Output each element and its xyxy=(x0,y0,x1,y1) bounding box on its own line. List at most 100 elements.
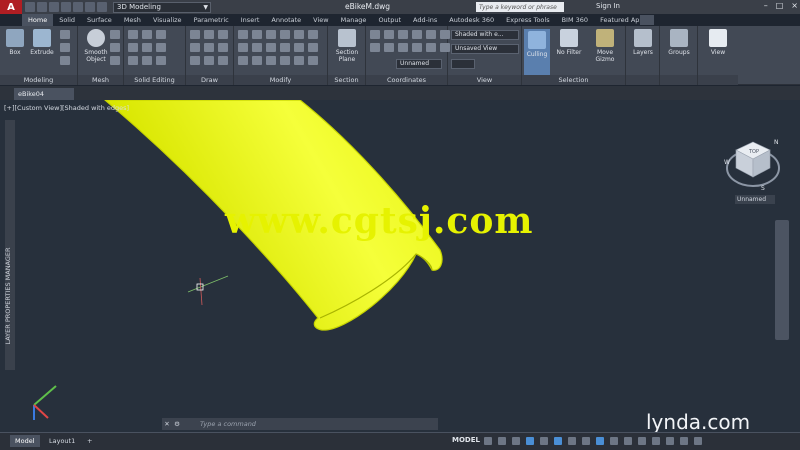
panel-title-solid-editing[interactable]: Solid Editing xyxy=(124,75,185,85)
align-icon[interactable] xyxy=(294,56,304,65)
tab-express-tools[interactable]: Express Tools xyxy=(500,14,555,26)
workspace-switch-icon[interactable] xyxy=(638,437,646,445)
copy-icon[interactable] xyxy=(280,30,290,39)
separate-icon[interactable] xyxy=(128,56,138,65)
slice-icon[interactable] xyxy=(128,43,138,52)
layers-button[interactable]: Layers xyxy=(630,29,656,56)
viewport-controls-label[interactable]: [+][Custom View][Shaded with edges] xyxy=(4,104,129,112)
trim-icon[interactable] xyxy=(238,43,248,52)
hardware-accel-icon[interactable] xyxy=(666,437,674,445)
add-layout-button[interactable]: + xyxy=(82,435,97,447)
workspace-dropdown[interactable]: 3D Modeling ▼ xyxy=(113,1,211,13)
viewport-config-dropdown[interactable] xyxy=(451,59,475,69)
app-logo[interactable]: A xyxy=(0,0,22,14)
culling-button[interactable]: Culling xyxy=(524,29,550,75)
gizmo-status-icon[interactable] xyxy=(610,437,618,445)
close-icon[interactable]: ✕ xyxy=(162,420,172,428)
tab-bim360[interactable]: BIM 360 xyxy=(556,14,594,26)
ucs-x-icon[interactable] xyxy=(398,30,408,39)
mesh-icon[interactable] xyxy=(110,30,120,39)
named-view-dropdown[interactable]: Unsaved View xyxy=(451,44,519,54)
ucs-face-icon[interactable] xyxy=(398,43,408,52)
panel-title-mesh[interactable]: Mesh xyxy=(78,75,123,85)
break-icon[interactable] xyxy=(280,56,290,65)
open-icon[interactable] xyxy=(37,2,47,12)
grid-icon[interactable] xyxy=(484,437,492,445)
visual-style-dropdown[interactable]: Shaded with e... xyxy=(451,30,519,40)
tab-parametric[interactable]: Parametric xyxy=(188,14,235,26)
chamfer-icon[interactable] xyxy=(280,43,290,52)
section-plane-button[interactable]: Section Plane xyxy=(333,29,361,63)
mirror-icon[interactable] xyxy=(294,30,304,39)
ucs-z-icon[interactable] xyxy=(426,30,436,39)
offset-icon[interactable] xyxy=(308,43,318,52)
ucs-y-icon[interactable] xyxy=(412,30,422,39)
command-input[interactable]: Type a command xyxy=(200,420,256,428)
fillet-edge-icon[interactable] xyxy=(156,56,166,65)
circle-icon[interactable] xyxy=(190,43,200,52)
tab-model[interactable]: Model xyxy=(10,435,40,447)
tab-insert[interactable]: Insert xyxy=(235,14,266,26)
tab-mesh[interactable]: Mesh xyxy=(118,14,147,26)
saveas-icon[interactable] xyxy=(61,2,71,12)
spline-icon[interactable] xyxy=(190,56,200,65)
panel-title-section[interactable]: Section xyxy=(328,75,365,85)
rotate-icon[interactable] xyxy=(252,30,262,39)
extrude-button[interactable]: Extrude xyxy=(30,29,54,56)
redo-icon[interactable] xyxy=(97,2,107,12)
shell-icon[interactable] xyxy=(142,56,152,65)
panel-title-groups[interactable] xyxy=(660,75,697,85)
close-button[interactable]: × xyxy=(791,1,798,10)
smooth-object-button[interactable]: Smooth Object xyxy=(82,29,110,63)
save-icon[interactable] xyxy=(49,2,59,12)
search-input[interactable]: Type a keyword or phrase xyxy=(476,2,564,12)
hatch-icon[interactable] xyxy=(218,43,228,52)
tab-annotate[interactable]: Annotate xyxy=(265,14,307,26)
ucs-zaxis-icon[interactable] xyxy=(426,43,436,52)
explode-icon[interactable] xyxy=(252,56,262,65)
navigation-bar[interactable] xyxy=(775,220,789,340)
tab-home[interactable]: Home xyxy=(22,14,54,26)
fillet-icon[interactable] xyxy=(266,43,276,52)
box-button[interactable]: Box xyxy=(3,29,27,56)
ucs-world-icon[interactable] xyxy=(384,30,394,39)
viewcube[interactable]: TOP W S N xyxy=(722,132,784,194)
model-space-button[interactable]: MODEL xyxy=(452,436,480,444)
object-track-icon[interactable] xyxy=(554,437,562,445)
lineweight-icon[interactable] xyxy=(582,437,590,445)
ucs-icon[interactable] xyxy=(33,385,57,420)
maximize-button[interactable]: □ xyxy=(776,1,784,10)
presspull-icon[interactable] xyxy=(60,30,70,39)
revolve-icon[interactable] xyxy=(60,43,70,52)
tab-layout1[interactable]: Layout1 xyxy=(44,435,80,447)
tab-addins[interactable]: Add-ins xyxy=(407,14,443,26)
panel-title-layers[interactable] xyxy=(626,75,659,85)
stretch-icon[interactable] xyxy=(308,30,318,39)
minimize-button[interactable]: – xyxy=(764,1,768,10)
3dmove-icon[interactable] xyxy=(308,56,318,65)
ucs-named-dropdown[interactable]: Unnamed xyxy=(396,59,442,69)
panel-title-coordinates[interactable]: Coordinates xyxy=(366,75,447,85)
wrench-icon[interactable]: ⚙ xyxy=(172,420,182,428)
fullscreen-icon[interactable] xyxy=(680,437,688,445)
scale-icon[interactable] xyxy=(266,30,276,39)
ucs-menu-dropdown[interactable]: Unnamed xyxy=(735,195,775,204)
tab-autodesk360[interactable]: Autodesk 360 xyxy=(443,14,500,26)
ribbon-minimize-button[interactable] xyxy=(640,15,654,25)
ortho-icon[interactable] xyxy=(512,437,520,445)
sign-in-button[interactable]: Sign In xyxy=(596,2,620,10)
no-filter-button[interactable]: No Filter xyxy=(553,29,585,56)
isolate-icon[interactable] xyxy=(652,437,660,445)
join-icon[interactable] xyxy=(266,56,276,65)
region-icon[interactable] xyxy=(218,56,228,65)
panel-title-selection[interactable]: Selection xyxy=(522,75,625,85)
groups-button[interactable]: Groups xyxy=(665,29,693,56)
snap-icon[interactable] xyxy=(498,437,506,445)
interfere-icon[interactable] xyxy=(142,43,152,52)
tab-view[interactable]: View xyxy=(307,14,334,26)
array-icon[interactable] xyxy=(294,43,304,52)
polar-icon[interactable] xyxy=(526,437,534,445)
polyline-icon[interactable] xyxy=(204,30,214,39)
loft-icon[interactable] xyxy=(60,56,70,65)
selection-cycling-icon[interactable] xyxy=(596,437,604,445)
